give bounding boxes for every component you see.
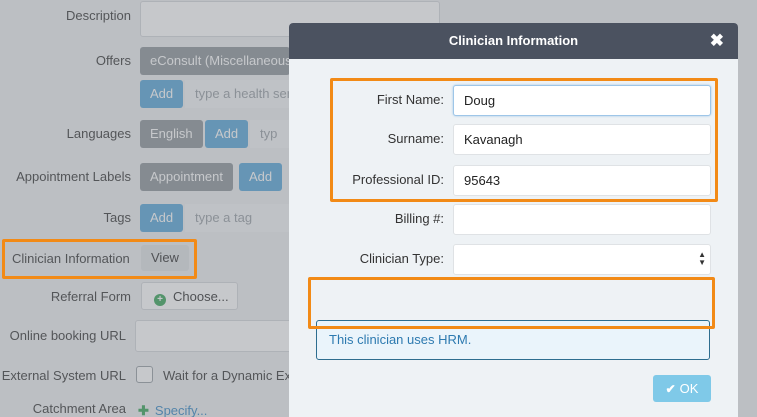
modal-title: Clinician Information [448,33,579,48]
clinician-type-select[interactable]: ▲ ▼ [453,244,711,275]
ok-label: OK [679,381,699,396]
close-icon[interactable]: ✖ [710,31,724,51]
clinician-info-highlight [2,239,197,279]
check-icon: ✔ [665,382,676,396]
billing-field[interactable] [453,204,711,235]
clinician-type-label: Clinician Type: [359,251,444,266]
modal-header: Clinician Information ✖ [289,23,738,59]
select-arrows-icon: ▲ ▼ [698,250,706,267]
billing-label: Billing #: [394,211,444,226]
name-fields-highlight [330,78,718,202]
ok-button[interactable]: ✔ OK [653,375,711,402]
hrm-notice-highlight [308,277,715,329]
